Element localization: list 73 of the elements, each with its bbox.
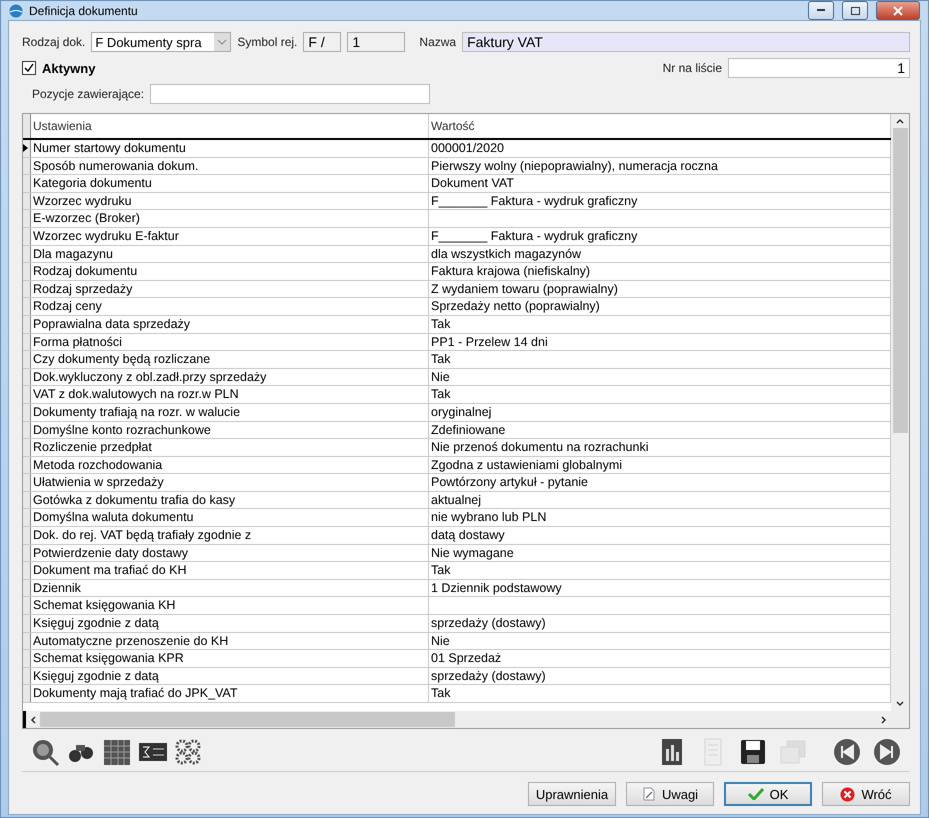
table-cell: Domyślna waluta dokumentu (31, 509, 429, 526)
table-icon[interactable] (102, 737, 132, 767)
save-icon[interactable] (738, 737, 768, 767)
cancel-icon (840, 786, 856, 802)
checkbox-label: Aktywny (42, 60, 96, 76)
table-cell: Wzorzec wydruku E-faktur (31, 228, 429, 245)
table-cell: Rodzaj sprzedaży (31, 280, 429, 298)
table-cell: Metoda rozchodowania (31, 456, 429, 474)
field-label: Pozycje zawierające: (32, 87, 144, 101)
close-button[interactable] (876, 1, 920, 20)
table-cell: Domyślne konto rozrachunkowe (31, 422, 429, 438)
active-checkbox[interactable] (22, 61, 36, 75)
maximize-icon (850, 6, 860, 14)
vertical-scrollbar[interactable] (891, 114, 909, 711)
minimize-icon (817, 9, 825, 12)
checkmark-icon (748, 788, 764, 800)
horizontal-scrollbar[interactable] (23, 711, 891, 728)
name-field[interactable]: Faktury VAT (462, 32, 910, 52)
table-cell: Forma płatności (31, 334, 429, 350)
scroll-thumb[interactable] (40, 712, 455, 727)
search-icon[interactable] (30, 737, 60, 767)
symbol-number-field[interactable]: 1 (347, 32, 406, 52)
document-type-dropdown[interactable]: F Dokumenty spra (91, 32, 232, 52)
table-cell: Rodzaj dokumentu (31, 263, 429, 280)
table-cell: Wzorzec wydruku (31, 192, 429, 210)
table-cell: Dokument ma trafiać do KH (31, 562, 429, 579)
table-cell: Ułatwienia w sprzedaży (31, 474, 429, 491)
field-label: Rodzaj dok. (22, 35, 86, 49)
table-cell: Numer startowy dokumentu (31, 140, 429, 157)
table-cell: Rodzaj ceny (31, 298, 429, 315)
table-cell: VAT z dok.walutowych na rozr.w PLN (31, 386, 429, 403)
table-cell: Dokumenty mają trafiać do JPK_VAT (31, 685, 429, 702)
field-label: Nazwa (419, 35, 456, 49)
table-cell: Księguj zgodnie z datą (31, 615, 429, 632)
table-cell: Kategoria dokumentu (31, 175, 429, 192)
symbol-prefix-field[interactable]: F / (303, 32, 342, 52)
table-cell: Dok. do rej. VAT będą trafiały zgodnie z (31, 527, 429, 544)
column-header: Ustawienia (31, 114, 429, 138)
last-record-icon[interactable] (872, 737, 902, 767)
maximize-button[interactable] (842, 1, 868, 20)
scroll-thumb[interactable] (892, 128, 908, 433)
minimize-button[interactable] (808, 1, 834, 20)
row-pointer-icon (23, 144, 28, 152)
app-logo-icon (9, 4, 23, 18)
header-corner (23, 114, 31, 138)
table-cell: Schemat księgowania KH (31, 597, 429, 614)
table-cell: Czy dokumenty będą rozliczane (31, 351, 429, 368)
table-cell: Księguj zgodnie z datą (31, 668, 429, 684)
table-cell: Automatyczne przenoszenie do KH (31, 632, 429, 650)
table-cell: Gotówka z dokumentu trafia do kasy (31, 492, 429, 508)
table-cell: Sposób numerowania dokum. (31, 158, 429, 174)
first-record-icon[interactable] (832, 737, 862, 767)
dialog-button[interactable]: Wróć (822, 782, 910, 806)
dialog-button[interactable]: Uprawnienia (528, 782, 616, 806)
list-number-field[interactable]: 1 (728, 58, 910, 78)
table-cell: Dla magazynu (31, 246, 429, 262)
table-cell: Dokumenty trafiają na rozr. w walucie (31, 404, 429, 420)
window-title: Definicja dokumentu (29, 4, 139, 18)
table-cell: Dok.wykluczony z obl.zadł.przy sprzedaży (31, 368, 429, 386)
table-cell: Dziennik (31, 580, 429, 596)
field-label: Symbol rej. (237, 35, 298, 49)
table-cell: E-wzorzec (Broker) (31, 210, 429, 227)
positions-field[interactable] (150, 84, 430, 104)
row-indicator[interactable] (23, 140, 31, 157)
close-icon (893, 6, 903, 16)
table-cell: Schemat księgowania KPR (31, 650, 429, 667)
field-label: Nr na liście (662, 61, 722, 75)
dialog-button[interactable]: OK (724, 782, 812, 806)
table-cell: Rozliczenie przedpłat (31, 439, 429, 456)
note-icon (642, 787, 656, 801)
table-cell: Potwierdzenie daty dostawy (31, 544, 429, 562)
table-cell: Poprawialna data sprzedaży (31, 316, 429, 333)
dialog-button[interactable]: Uwagi (626, 782, 714, 806)
